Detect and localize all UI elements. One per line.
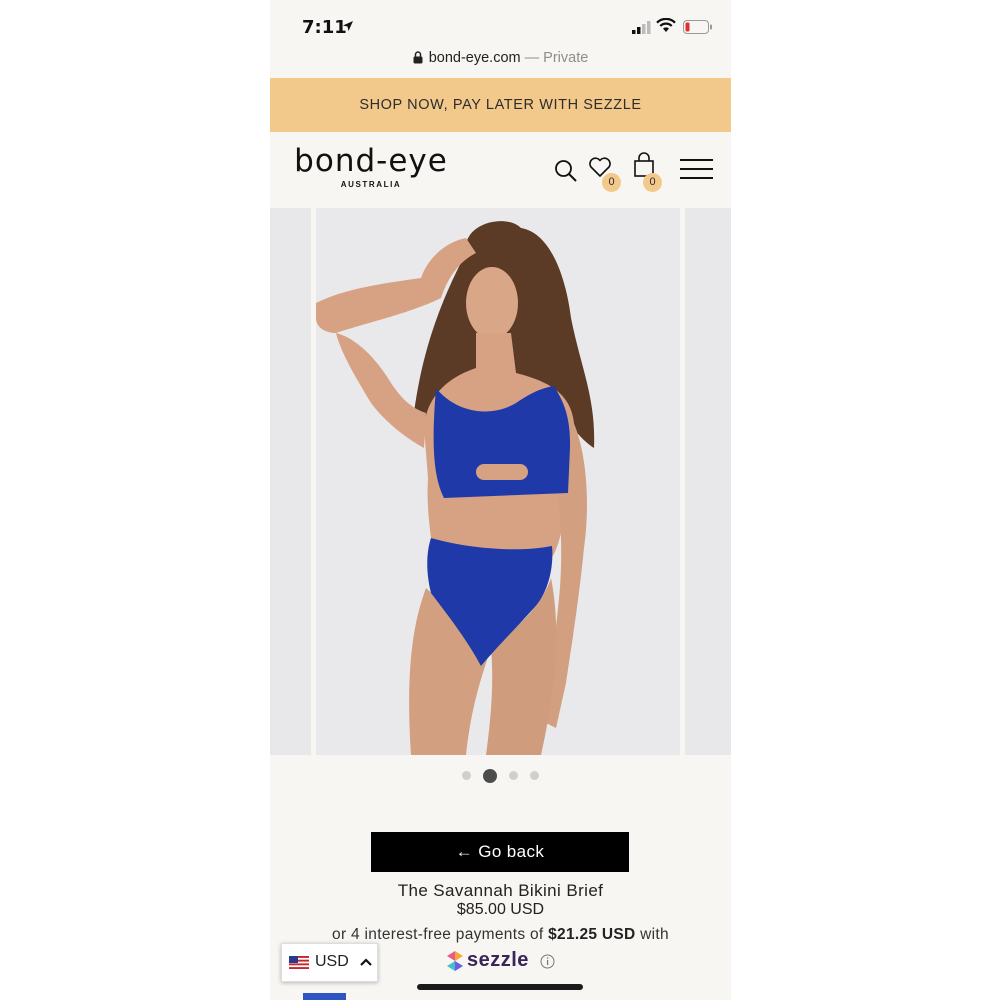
info-icon[interactable] <box>540 954 555 969</box>
chevron-up-icon <box>360 958 372 966</box>
product-price: $85.00 USD <box>456 901 545 918</box>
model-illustration <box>316 221 595 755</box>
us-flag-icon <box>289 956 309 969</box>
product-title: The Savannah Bikini Brief <box>397 881 604 900</box>
status-time: 7:11 <box>302 17 347 38</box>
carousel-pagination <box>270 767 731 783</box>
home-indicator <box>417 984 583 990</box>
promo-banner[interactable]: SHOP NOW, PAY LATER WITH SEZZLE <box>270 78 731 132</box>
currency-code: USD <box>315 953 349 970</box>
search-icon[interactable] <box>554 159 578 183</box>
installment-text: or 4 interest-free payments of $21.25 US… <box>270 926 731 944</box>
address-bar[interactable]: bond-eye.com — Private <box>270 46 731 76</box>
lock-icon <box>413 51 423 64</box>
wifi-icon <box>656 18 676 32</box>
location-arrow-icon <box>343 21 353 31</box>
carousel-dot[interactable] <box>530 771 539 781</box>
sezzle-wordmark: sezzle <box>467 949 529 971</box>
brand-logo[interactable]: bond-eye AUSTRALIA <box>285 144 457 189</box>
status-bar: 7:11 <box>270 0 731 46</box>
carousel-dot[interactable] <box>509 771 518 781</box>
installment-suffix: with <box>635 926 669 943</box>
wishlist-count-badge: 0 <box>602 173 621 192</box>
carousel-dot-active[interactable] <box>483 768 497 783</box>
cart-count-badge: 0 <box>643 173 662 192</box>
partial-color-swatch[interactable] <box>303 993 346 1000</box>
hamburger-menu-icon[interactable] <box>680 158 713 180</box>
installment-prefix: or 4 interest-free payments of <box>332 926 549 943</box>
url-text: bond-eye.com <box>428 50 521 66</box>
battery-low-icon <box>683 20 712 34</box>
installment-amount: $21.25 USD <box>548 926 636 943</box>
private-label: — Private <box>524 50 589 66</box>
next-slide-peek[interactable] <box>685 208 731 755</box>
product-image[interactable] <box>316 208 680 755</box>
cell-signal-icon <box>632 21 651 34</box>
logo-subtitle: AUSTRALIA <box>340 180 402 189</box>
logo-wordmark: bond-eye <box>294 143 448 179</box>
go-back-button[interactable]: ← Go back <box>371 832 629 872</box>
currency-selector[interactable]: USD <box>281 943 378 982</box>
product-image-carousel[interactable] <box>270 208 731 755</box>
site-header: bond-eye AUSTRALIA 0 0 <box>270 132 731 208</box>
previous-slide-peek[interactable] <box>270 208 311 755</box>
phone-screen: 7:11 bond-eye.com — Private SHOP NOW, PA… <box>270 0 731 1000</box>
sezzle-logo-icon <box>447 951 463 971</box>
carousel-dot[interactable] <box>462 771 471 781</box>
